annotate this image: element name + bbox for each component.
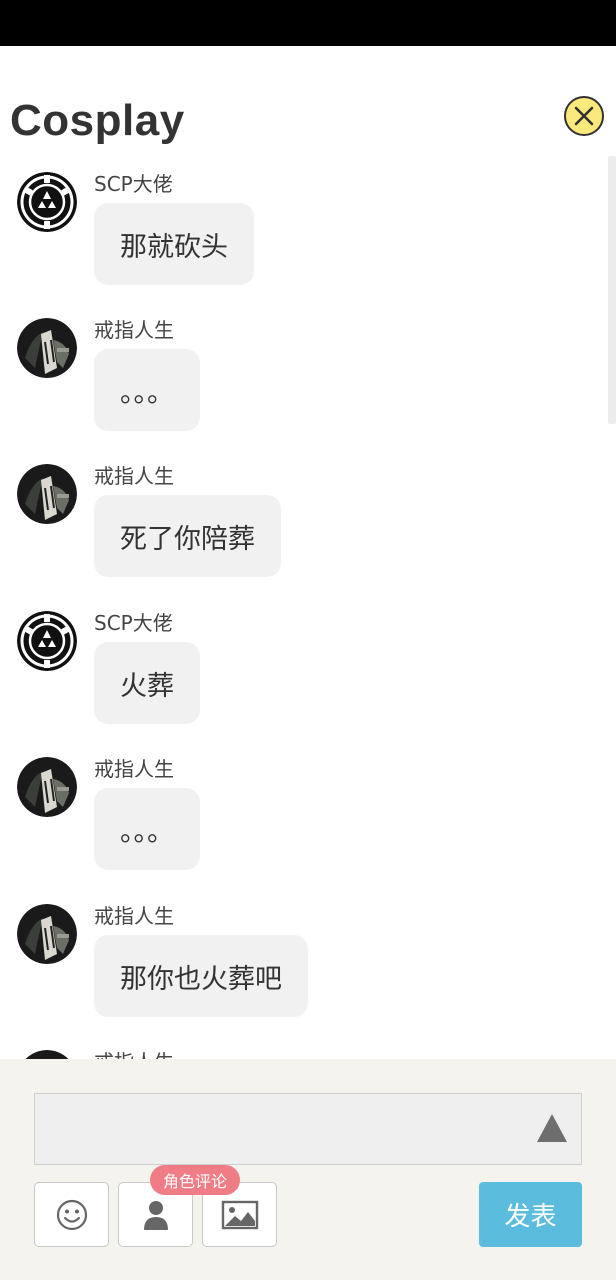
chat-message: 戒指人生 那你也火葬吧 [0,888,600,1034]
sender-name: 戒指人生 [94,904,174,928]
message-bubble[interactable]: 。。。 [94,788,200,870]
chat-scrollbar[interactable] [608,156,616,424]
close-icon [574,106,594,126]
smiley-icon [56,1199,87,1230]
chat-list[interactable]: SCP大佬 那就砍头 戒指人生 。。。 戒指人生 死了你陪葬 SCP大佬 火葬 … [0,156,616,1059]
composer: 角色评论 发表 [0,1059,616,1280]
avatar[interactable] [17,757,77,817]
sender-name: 戒指人生 [94,464,174,488]
close-button[interactable] [564,96,604,136]
anime-character-avatar-icon [17,757,77,817]
scp-logo-icon [17,172,77,232]
avatar[interactable] [17,318,77,378]
anime-character-avatar-icon [17,464,77,524]
sender-name: 戒指人生 [94,318,174,342]
scp-logo-icon [17,611,77,671]
chat-message: 戒指人生 。。。 [0,741,600,887]
page-title: Cosplay [10,96,185,145]
sender-name: SCP大佬 [94,172,173,196]
message-bubble[interactable]: 死了你陪葬 [94,495,281,577]
anime-character-avatar-icon [17,904,77,964]
image-icon [221,1200,258,1229]
avatar[interactable] [17,611,77,671]
anime-character-avatar-icon [17,318,77,378]
emoji-button[interactable] [34,1182,109,1247]
status-bar [0,0,616,46]
chat-message: 戒指人生 。。。 [0,302,600,448]
avatar[interactable] [17,172,77,232]
message-bubble[interactable]: 。。。 [94,349,200,431]
avatar[interactable] [17,904,77,964]
person-icon [143,1200,168,1230]
chat-message: 戒指人生 死了你陪葬 [0,448,600,594]
avatar[interactable] [17,1050,77,1059]
chat-message: 戒指人生 [0,1034,600,1059]
chat-message: SCP大佬 那就砍头 [0,156,600,302]
sender-name: SCP大佬 [94,611,173,635]
role-comment-tag: 角色评论 [150,1165,241,1195]
avatar[interactable] [17,464,77,524]
chat-message: SCP大佬 火葬 [0,595,600,741]
post-button[interactable]: 发表 [479,1182,582,1247]
message-bubble[interactable]: 火葬 [94,642,200,724]
header: Cosplay [0,46,616,156]
sender-name: 戒指人生 [94,1046,174,1059]
anime-character-avatar-icon [25,1050,69,1059]
message-bubble[interactable]: 那就砍头 [94,203,254,285]
triangle-up-icon[interactable] [536,1113,568,1143]
sender-name: 戒指人生 [94,757,174,781]
message-bubble[interactable]: 那你也火葬吧 [94,935,308,1017]
